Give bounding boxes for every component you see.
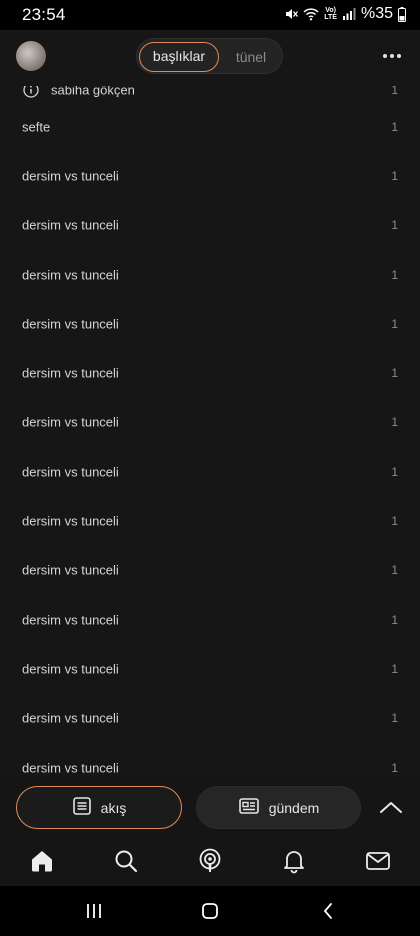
wifi-icon <box>303 7 319 21</box>
status-time: 23:54 <box>22 5 66 24</box>
topic-entry-count: 1 <box>391 612 398 627</box>
battery-icon <box>398 6 406 22</box>
status-bar: 23:54 Vo) LTE %35 <box>0 0 420 30</box>
topic-entry-count: 1 <box>391 267 398 282</box>
topic-entry-count: 1 <box>391 661 398 676</box>
back-icon[interactable] <box>318 900 338 922</box>
bottom-navigation <box>0 837 420 886</box>
topic-title: dersim vs tunceli <box>22 316 119 332</box>
mail-icon[interactable] <box>364 847 392 875</box>
mute-icon <box>284 7 299 21</box>
topic-entry-count: 1 <box>391 415 398 430</box>
topic-row[interactable]: sefte 1 <box>0 102 420 151</box>
topic-title: dersim vs tunceli <box>22 267 119 283</box>
topic-row[interactable]: dersim vs tunceli 1 <box>0 447 420 496</box>
topic-entry-count: 1 <box>391 711 398 726</box>
topic-title: dersim vs tunceli <box>22 217 119 233</box>
topic-title: sefte <box>22 119 51 135</box>
topic-entry-count: 1 <box>391 563 398 578</box>
system-navigation-bar <box>0 886 420 936</box>
topic-entry-count: 1 <box>391 366 398 381</box>
bottom-bar: akış gündem <box>0 777 420 886</box>
topic-row[interactable]: dersim vs tunceli 1 <box>0 299 420 348</box>
podcast-icon[interactable] <box>196 847 224 875</box>
topic-row[interactable]: dersim vs tunceli 1 <box>0 348 420 397</box>
topic-title: dersim vs tunceli <box>22 661 119 677</box>
topic-row[interactable]: dersim vs tunceli 1 <box>0 398 420 447</box>
topic-list: sabiha gökçen 1 sefte 1 dersim vs tunceli 1 de… <box>0 81 420 792</box>
home-icon[interactable] <box>28 847 56 875</box>
topic-tab-switcher: başlıklar tünel <box>136 38 283 74</box>
status-icons: Vo) LTE %35 <box>284 5 406 23</box>
bell-icon[interactable] <box>280 847 308 875</box>
topic-entry-count: 1 <box>391 119 398 134</box>
topic-entry-count: 1 <box>391 464 398 479</box>
topic-row[interactable]: dersim vs tunceli 1 <box>0 546 420 595</box>
topic-row[interactable]: dersim vs tunceli 1 <box>0 595 420 644</box>
topic-row[interactable]: dersim vs tunceli 1 <box>0 644 420 693</box>
topic-title: dersim vs tunceli <box>22 760 119 775</box>
topic-title: dersim vs tunceli <box>22 464 119 480</box>
newspaper-icon <box>238 796 260 819</box>
chevron-up-icon[interactable] <box>377 795 405 819</box>
volte-icon: Vo) LTE <box>324 7 337 21</box>
search-icon[interactable] <box>112 847 140 875</box>
topic-title: dersim vs tunceli <box>22 414 119 430</box>
battery-text: %35 <box>360 5 393 22</box>
tab-basliklar[interactable]: başlıklar <box>139 42 219 72</box>
list-icon <box>72 796 92 819</box>
topic-row[interactable]: dersim vs tunceli 1 <box>0 694 420 743</box>
tab-tunel[interactable]: tünel <box>221 42 281 72</box>
topic-row[interactable]: dersim vs tunceli 1 <box>0 151 420 200</box>
akis-button[interactable]: akış <box>16 786 182 829</box>
gundem-label: gündem <box>268 799 320 816</box>
akis-label: akış <box>100 799 127 816</box>
recent-apps-icon[interactable] <box>84 900 104 922</box>
home-button-icon[interactable] <box>200 900 220 922</box>
topic-row[interactable]: dersim vs tunceli 1 <box>0 250 420 299</box>
topic-entry-count: 1 <box>391 514 398 529</box>
topic-row[interactable]: dersim vs tunceli 1 <box>0 496 420 545</box>
app-screen: başlıklar tünel sabiha gökçen 1 sefte 1 ders… <box>0 30 420 886</box>
topic-row[interactable]: dersim vs tunceli 1 <box>0 201 420 250</box>
topic-entry-count: 1 <box>391 168 398 183</box>
topic-title: dersim vs tunceli <box>22 710 119 726</box>
topic-entry-count: 1 <box>391 218 398 233</box>
topic-title: dersim vs tunceli <box>22 168 119 184</box>
topic-title: dersim vs tunceli <box>22 562 119 578</box>
signal-icon <box>342 7 356 21</box>
more-dots-icon[interactable] <box>380 44 404 68</box>
top-header: başlıklar tünel <box>0 30 420 86</box>
topic-entry-count: 1 <box>391 316 398 331</box>
topic-title: dersim vs tunceli <box>22 513 119 529</box>
gundem-button[interactable]: gündem <box>196 786 361 829</box>
avatar[interactable] <box>16 41 46 71</box>
topic-title: dersim vs tunceli <box>22 612 119 628</box>
topic-title: dersim vs tunceli <box>22 365 119 381</box>
topic-entry-count: 1 <box>391 760 398 775</box>
